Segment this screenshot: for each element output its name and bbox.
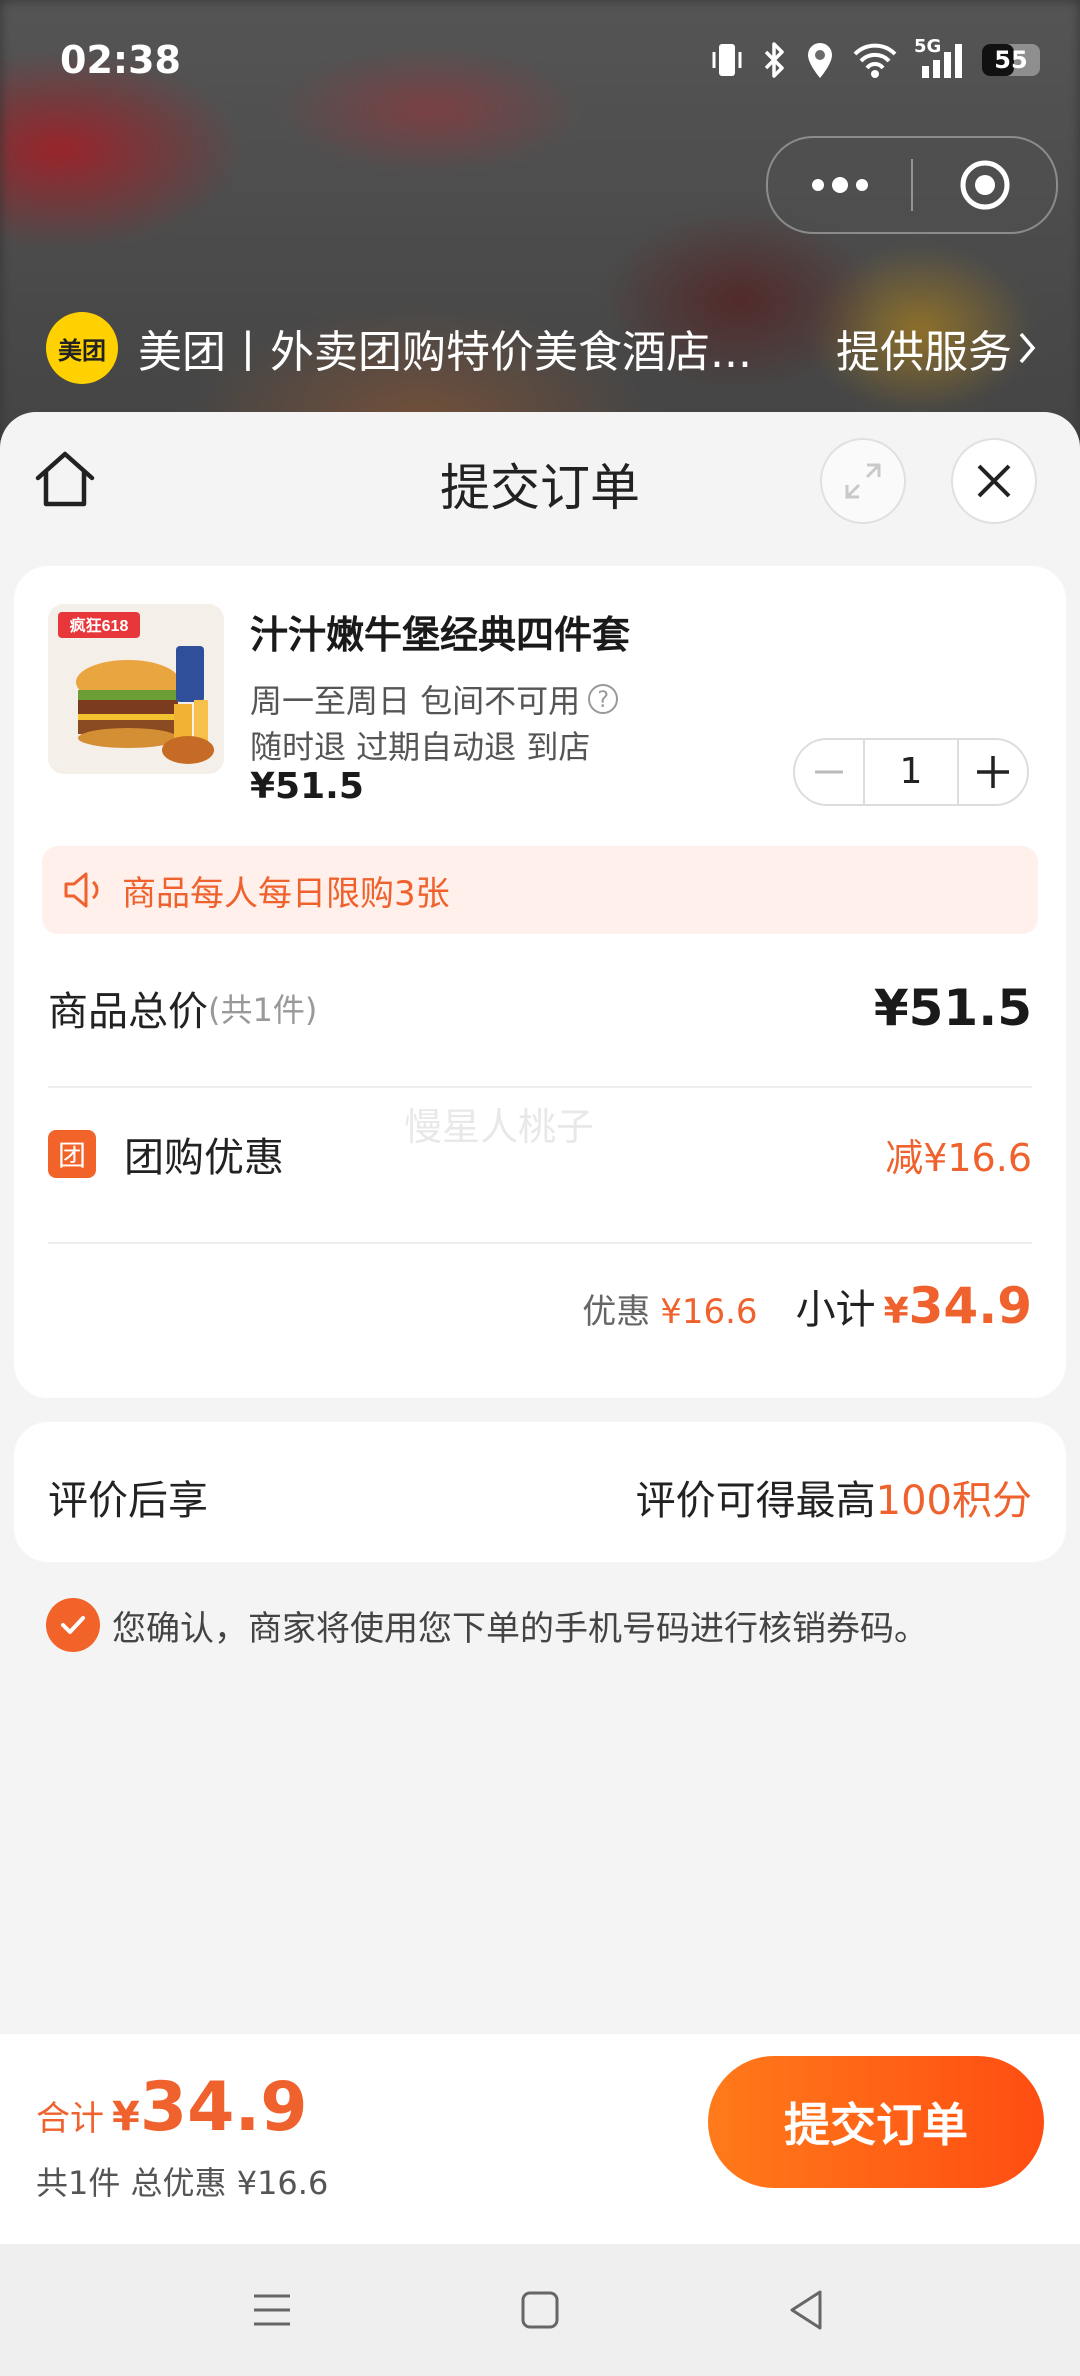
square-home-icon (521, 2291, 559, 2329)
group-buy-badge: 团 (48, 1130, 96, 1178)
location-icon (808, 43, 832, 78)
review-reward-prefix: 评价可得最高 (635, 1478, 876, 1524)
chevron-right-icon (1019, 332, 1036, 364)
battery-level: 55 (994, 46, 1028, 74)
agreement-row: 您确认，商家将使用您下单的手机号码进行核销券码。 (46, 1598, 928, 1652)
vibrate-icon (712, 44, 742, 76)
total-discount-summary: 共1件 总优惠 ¥16.6 (36, 2164, 329, 2202)
home-nav-button[interactable] (512, 2282, 568, 2338)
question-icon[interactable]: ? (588, 684, 619, 714)
status-icons: 5G 55 (710, 36, 1040, 80)
checkout-bar: 合计 ¥ 34.9 共1件 总优惠 ¥16.6 提交订单 (0, 2034, 1080, 2244)
burger-set-image: 疯狂618 (48, 604, 224, 774)
goods-total-row: 商品总价 (共1件) ¥51.5 (48, 972, 1032, 1044)
order-card: 疯狂618 汁汁嫩牛堡经典四件套 周一至周日 包间不可用 ? 随时退 过期自动退… (14, 566, 1066, 1398)
decrease-button[interactable] (795, 740, 863, 804)
menu-nav-button[interactable] (244, 2282, 300, 2338)
status-time: 02:38 (60, 38, 181, 82)
expand-icon (845, 463, 881, 499)
thumb-badge: 疯狂618 (70, 616, 129, 635)
menu-icon (254, 2294, 290, 2326)
meituan-logo: 美团 (46, 312, 118, 384)
mini-program-capsule (766, 136, 1058, 234)
subtotal-row: 优惠 ¥16.6 小计 ¥34.9 (48, 1266, 1032, 1346)
product-availability: 周一至周日 包间不可用 ? (250, 676, 619, 722)
exit-mini-program-button[interactable] (913, 138, 1056, 232)
purchase-limit-notice: 商品每人每日限购3张 (42, 846, 1038, 934)
group-discount-label: 团购优惠 (124, 1135, 284, 1181)
notice-text: 商品每人每日限购3张 (122, 873, 450, 914)
goods-total-label: 商品总价 (48, 989, 208, 1035)
product-price: ¥51.5 (250, 766, 364, 807)
subtotal-group: 优惠 ¥16.6 小计 ¥34.9 (582, 1277, 1032, 1335)
goods-total-count: (共1件) (208, 991, 318, 1029)
agreement-checkbox[interactable] (46, 1598, 100, 1652)
more-button[interactable] (768, 138, 911, 232)
grand-total-value: 34.9 (139, 2068, 308, 2147)
back-nav-button[interactable] (778, 2282, 834, 2338)
grand-total-currency: ¥ (112, 2094, 140, 2140)
mini-program-name: 美团丨外卖团购特价美食酒店... (138, 327, 752, 378)
close-button[interactable] (951, 438, 1037, 524)
product-thumbnail[interactable]: 疯狂618 (48, 604, 224, 774)
product-name[interactable]: 汁汁嫩牛堡经典四件套 (250, 604, 630, 659)
minus-icon (815, 770, 843, 774)
divider (48, 1242, 1032, 1244)
speaker-icon (64, 872, 99, 908)
quantity-stepper: 1 (793, 738, 1029, 806)
group-discount-row[interactable]: 团 团购优惠 减¥16.6 (48, 1118, 1032, 1190)
quantity-value[interactable]: 1 (863, 740, 959, 804)
wifi-icon (853, 43, 897, 78)
availability-text: 周一至周日 包间不可用 (250, 682, 581, 720)
page-title: 提交订单 (440, 459, 640, 517)
signal-5g-icon: 5G (914, 36, 966, 80)
review-reward-card[interactable]: 评价后享 评价可得最高100积分 (14, 1422, 1066, 1562)
review-reward: 评价可得最高100积分 (636, 1468, 1032, 1526)
service-label: 提供服务 (836, 327, 1012, 378)
group-discount-value: 减¥16.6 (885, 1135, 1032, 1180)
saving-value: ¥16.6 (660, 1292, 758, 1332)
grand-total-label: 合计 (36, 2099, 104, 2139)
system-navigation-bar (0, 2244, 1080, 2376)
sheet-header: 提交订单 (0, 412, 1080, 552)
service-link[interactable]: 提供服务 (836, 316, 1036, 380)
grand-total: 合计 ¥ 34.9 (36, 2068, 308, 2147)
divider (48, 1086, 1032, 1088)
submit-order-button[interactable]: 提交订单 (708, 2056, 1044, 2188)
subtotal-amount: 34.9 (908, 1277, 1032, 1335)
saving-label: 优惠 (582, 1292, 651, 1332)
agreement-text: 您确认，商家将使用您下单的手机号码进行核销券码。 (112, 1608, 928, 1649)
review-label: 评价后享 (48, 1478, 208, 1524)
subtotal-label: 小计 (795, 1287, 876, 1333)
increase-button[interactable] (959, 740, 1027, 804)
check-icon (61, 1616, 85, 1634)
mini-program-info-bar[interactable]: 美团 美团丨外卖团购特价美食酒店... 提供服务 (46, 312, 1036, 384)
more-dots-icon (811, 177, 868, 193)
refund-policy: 随时退 过期自动退 到店 (250, 728, 591, 766)
plus-icon (977, 756, 1009, 788)
goods-total-value: ¥51.5 (873, 979, 1032, 1037)
target-circle-icon (960, 160, 1009, 210)
battery-icon: 55 (982, 44, 1040, 76)
back-triangle-icon (790, 2290, 822, 2330)
subtotal-value: ¥34.9 (884, 1277, 1032, 1335)
bluetooth-icon (764, 42, 784, 78)
close-icon (977, 464, 1011, 498)
subtotal-currency: ¥ (883, 1291, 909, 1332)
review-reward-points: 100积分 (875, 1478, 1032, 1524)
expand-button[interactable] (820, 438, 906, 524)
